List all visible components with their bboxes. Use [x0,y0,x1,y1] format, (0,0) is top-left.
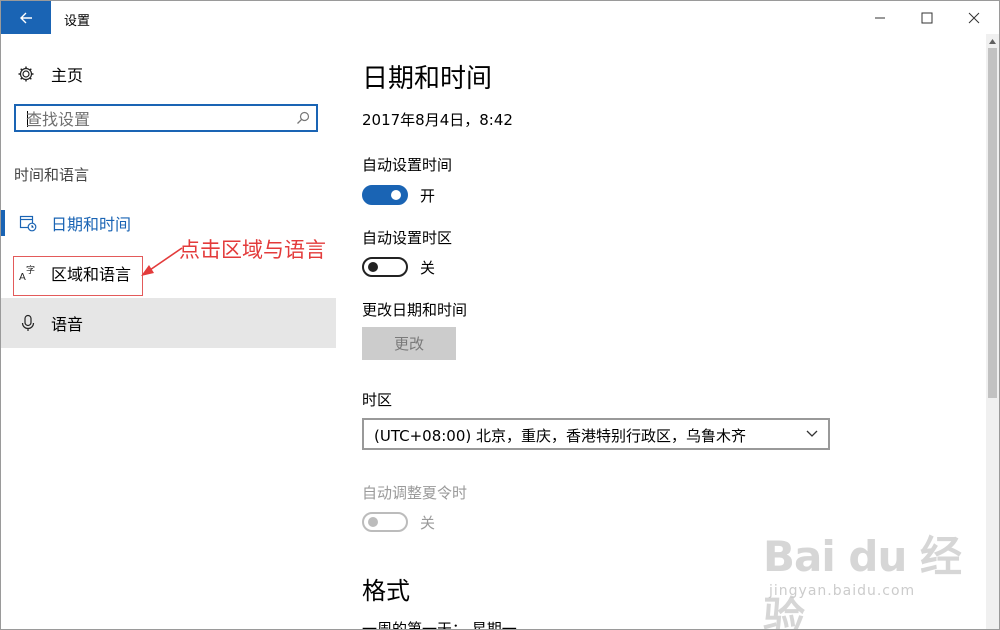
sidebar-item-label: 日期和时间 [51,215,132,234]
auto-time-state: 开 [420,187,436,205]
gear-icon [18,66,34,82]
watermark-url: jingyan.baidu.com [769,583,916,599]
microphone-icon [21,314,35,331]
section-label: 时间和语言 [14,166,90,184]
timezone-label: 时区 [362,391,393,409]
close-icon [968,12,980,23]
back-arrow-icon [20,12,32,23]
minimize-icon [875,17,885,18]
first-day-of-week: 一周的第一天： 星期一 [362,620,517,630]
chevron-up-icon [989,38,996,44]
sidebar-item-label: 语音 [51,315,84,334]
timezone-dropdown[interactable]: (UTC+08:00) 北京，重庆，香港特别行政区，乌鲁木齐 [362,418,830,450]
search-input[interactable] [26,108,296,130]
sidebar: 主页 时间和语言 日期和时间 [1,34,336,629]
sidebar-item-speech[interactable]: 语音 [1,298,336,348]
scroll-thumb[interactable] [988,48,997,398]
minimize-button[interactable] [857,1,903,34]
current-datetime: 2017年8月4日，8:42 [362,111,513,129]
format-section-title: 格式 [362,577,410,605]
close-button[interactable] [951,1,997,34]
calendar-clock-icon [19,215,37,232]
search-icon[interactable] [296,111,310,125]
change-button[interactable]: 更改 [362,327,456,360]
toggle-knob [368,517,378,527]
auto-time-label: 自动设置时间 [362,156,453,174]
scrollbar[interactable] [986,34,999,629]
chevron-down-icon [806,430,818,437]
dst-toggle[interactable] [362,512,408,532]
auto-timezone-state: 关 [420,259,436,277]
title-bar: 设置 [1,1,999,34]
auto-time-toggle[interactable] [362,185,408,205]
auto-timezone-label: 自动设置时区 [362,229,453,247]
maximize-icon [921,12,933,23]
toggle-knob [391,190,401,200]
home-nav[interactable]: 主页 [17,62,83,86]
selection-indicator [1,210,5,236]
annotation-text: 点击区域与语言 [179,238,326,262]
watermark: Bai du 经验 jingyan.baidu.com [763,523,963,629]
annotation-highlight-box [13,256,143,296]
search-box[interactable] [14,104,318,132]
home-label: 主页 [51,66,84,85]
scroll-up-button[interactable] [986,34,999,48]
watermark-logo: Bai du 经验 [763,532,962,630]
dst-label: 自动调整夏令时 [362,484,468,502]
maximize-button[interactable] [904,1,950,34]
toggle-knob [368,262,378,272]
change-datetime-label: 更改日期和时间 [362,301,468,319]
window-title: 设置 [64,14,91,29]
dst-state: 关 [420,514,436,532]
auto-timezone-toggle[interactable] [362,257,408,277]
settings-window: 设置 主页 时间和语言 [0,0,1000,630]
page-title: 日期和时间 [362,64,493,94]
back-button[interactable] [1,1,51,34]
timezone-value: (UTC+08:00) 北京，重庆，香港特别行政区，乌鲁木齐 [374,427,747,445]
